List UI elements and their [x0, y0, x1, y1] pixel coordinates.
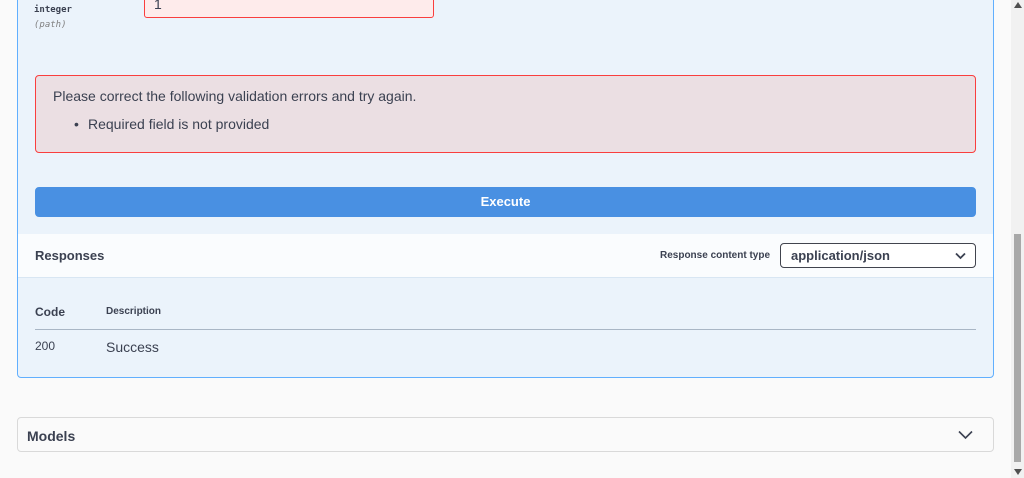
validation-error-item: • Required field is not provided	[74, 116, 269, 132]
models-title: Models	[27, 428, 76, 444]
validation-errors: Please correct the following validation …	[35, 75, 976, 153]
scroll-down-arrow-icon[interactable]	[1014, 469, 1022, 475]
execute-button[interactable]: Execute	[35, 187, 976, 217]
parameter-input[interactable]: 1	[144, 0, 434, 18]
parameter-type: integer	[34, 5, 72, 15]
parameter-value: 1	[154, 0, 162, 12]
responses-title: Responses	[35, 248, 105, 263]
bullet-icon: •	[74, 116, 79, 132]
models-section[interactable]: Models	[17, 417, 994, 452]
column-header-code: Code	[35, 305, 65, 319]
response-code: 200	[35, 339, 56, 353]
vertical-scrollbar[interactable]	[1011, 0, 1024, 478]
scrollbar-thumb[interactable]	[1014, 234, 1021, 462]
response-content-type-value: application/json	[791, 248, 890, 263]
column-header-description: Description	[106, 306, 162, 317]
chevron-down-icon	[955, 252, 966, 260]
validation-message: Please correct the following validation …	[53, 88, 417, 104]
table-divider	[35, 329, 976, 330]
validation-error-text: Required field is not provided	[88, 116, 270, 132]
chevron-down-icon[interactable]	[958, 430, 973, 440]
response-content-type-select[interactable]: application/json	[780, 243, 976, 268]
parameter-location: (path)	[34, 20, 67, 30]
responses-header: Responses Response content type applicat…	[18, 234, 993, 278]
response-content-type-label: Response content type	[660, 250, 771, 261]
scroll-up-arrow-icon[interactable]	[1014, 2, 1022, 8]
response-description: Success	[106, 339, 159, 355]
validation-error-list: • Required field is not provided	[74, 116, 269, 132]
